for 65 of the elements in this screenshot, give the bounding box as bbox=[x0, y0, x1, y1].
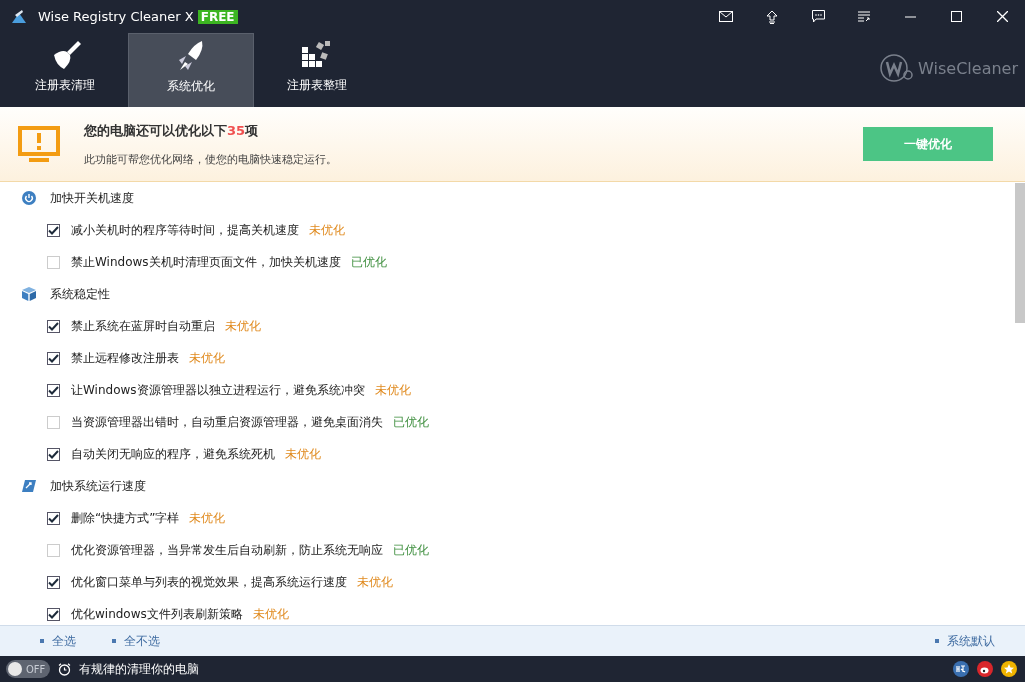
nav-tab[interactable]: 系统优化 bbox=[128, 33, 254, 107]
app-logo-icon bbox=[10, 8, 28, 25]
group-title: 系统稳定性 bbox=[50, 285, 110, 303]
checkbox[interactable] bbox=[47, 511, 60, 525]
headline: 您的电脑还可以优化以下35项 bbox=[84, 121, 260, 140]
group-title: 加快系统运行速度 bbox=[50, 477, 146, 495]
description: 此功能可帮您优化网络，使您的电脑快速稳定运行。 bbox=[84, 151, 337, 167]
checkbox[interactable] bbox=[47, 575, 60, 589]
item-label: 优化资源管理器，当异常发生后自动刷新，防止系统无响应 bbox=[71, 541, 383, 559]
star-icon[interactable] bbox=[1001, 661, 1017, 677]
status-label: 已优化 bbox=[393, 541, 429, 559]
item-label: 自动关闭无响应的程序，避免系统死机 bbox=[71, 445, 275, 463]
brand-logo-icon bbox=[879, 53, 914, 83]
item-label: 禁止系统在蓝屏时自动重启 bbox=[71, 317, 215, 335]
checkbox[interactable] bbox=[47, 447, 60, 461]
item-label: 优化windows文件列表刷新策略 bbox=[71, 605, 243, 623]
toggle-switch[interactable]: OFF bbox=[6, 660, 50, 678]
item-label: 删除“快捷方式”字样 bbox=[71, 509, 180, 527]
item-label: 当资源管理器出错时，自动重启资源管理器，避免桌面消失 bbox=[71, 413, 383, 431]
item-label: 优化窗口菜单与列表的视觉效果，提高系统运行速度 bbox=[71, 573, 347, 591]
nav-tab[interactable]: 注册表整理 bbox=[254, 33, 380, 107]
status-label: 未优化 bbox=[285, 445, 321, 463]
minimize-icon bbox=[904, 15, 916, 18]
status-text: 有规律的清理你的电脑 bbox=[79, 660, 199, 678]
edition-badge: FREE bbox=[197, 9, 238, 24]
window-title: Wise Registry Cleaner X bbox=[38, 9, 194, 24]
nav-tab[interactable]: 注册表清理 bbox=[2, 33, 128, 107]
checkbox[interactable] bbox=[47, 223, 60, 237]
footer-link[interactable]: 系统默认 bbox=[947, 632, 995, 650]
bullet-icon bbox=[40, 639, 44, 643]
brand-name: WiseCleaner bbox=[918, 58, 1018, 78]
checkbox[interactable] bbox=[47, 383, 60, 397]
footer-link[interactable]: 全选 bbox=[52, 632, 76, 650]
maximize-icon bbox=[950, 11, 962, 22]
upload-arrow-icon bbox=[766, 9, 778, 24]
checkbox[interactable] bbox=[47, 351, 60, 365]
status-label: 未优化 bbox=[357, 573, 393, 591]
status-label: 未优化 bbox=[189, 509, 226, 527]
monitor-warning-icon bbox=[18, 126, 60, 162]
cube-icon bbox=[22, 287, 36, 301]
item-label: 减小关机时的程序等待时间，提高关机速度 bbox=[71, 221, 299, 239]
scrollbar-thumb[interactable] bbox=[1015, 183, 1025, 323]
alarm-clock-icon bbox=[58, 662, 71, 676]
mail-icon bbox=[719, 11, 733, 22]
close-icon bbox=[996, 11, 1008, 22]
power-icon bbox=[22, 191, 36, 205]
chat-bubble-icon bbox=[811, 10, 825, 23]
bullet-icon bbox=[112, 639, 116, 643]
status-label: 已优化 bbox=[393, 413, 429, 431]
status-label: 未优化 bbox=[225, 317, 261, 335]
item-label: 让Windows资源管理器以独立进程运行，避免系统冲突 bbox=[71, 381, 365, 399]
footer-link[interactable]: 全不选 bbox=[124, 632, 160, 650]
speed-icon bbox=[22, 480, 36, 492]
item-label: 禁止远程修改注册表 bbox=[71, 349, 179, 367]
status-label: 已优化 bbox=[350, 253, 387, 271]
status-label: 未优化 bbox=[309, 221, 345, 239]
status-label: 未优化 bbox=[374, 381, 411, 399]
status-label: 未优化 bbox=[189, 349, 225, 367]
item-label: 禁止Windows关机时清理页面文件，加快关机速度 bbox=[71, 253, 341, 271]
menu-icon bbox=[858, 11, 870, 22]
checkbox[interactable] bbox=[47, 607, 60, 621]
checkbox[interactable] bbox=[47, 319, 60, 333]
status-label: 未优化 bbox=[252, 605, 289, 623]
bullet-icon bbox=[935, 639, 939, 643]
group-title: 加快开关机速度 bbox=[50, 189, 134, 207]
